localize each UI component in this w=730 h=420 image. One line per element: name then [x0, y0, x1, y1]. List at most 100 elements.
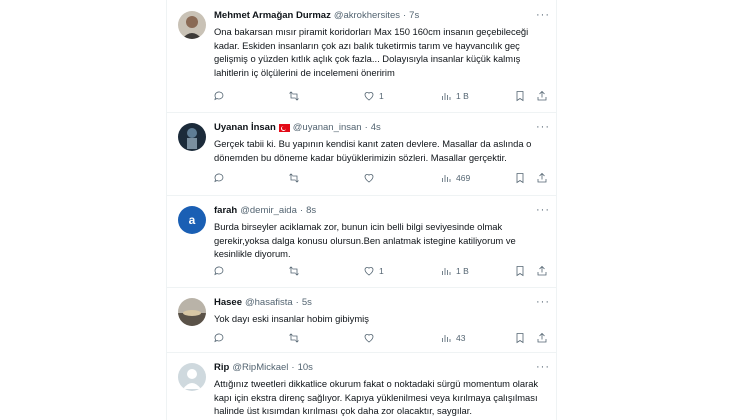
default-avatar-icon: [183, 369, 201, 389]
turkish-flag-icon: [278, 124, 290, 132]
bookmark-icon: [516, 173, 524, 184]
author-name[interactable]: Mehmet Armağan Durmaz: [214, 10, 331, 22]
tweet-text: Ona bakarsan mısır piramit koridorları M…: [214, 26, 529, 78]
more-options-icon[interactable]: ···: [536, 361, 550, 373]
bookmark-icon: [516, 266, 524, 277]
separator-dot: ·: [364, 122, 368, 133]
avatar[interactable]: [178, 123, 206, 151]
reply-button[interactable]: [213, 172, 225, 184]
reply-button[interactable]: [213, 265, 225, 277]
more-options-icon[interactable]: ···: [536, 9, 550, 21]
separator-dot: ·: [299, 205, 304, 216]
separator-dot: ·: [402, 10, 407, 21]
author-handle[interactable]: @hasafista: [245, 297, 293, 309]
view-count: 1 B: [456, 91, 469, 101]
like-button[interactable]: 1: [363, 265, 384, 277]
reply-icon: [214, 266, 224, 276]
more-options-icon[interactable]: ···: [536, 204, 550, 216]
views-icon: [442, 268, 451, 275]
view-count: 469: [456, 173, 471, 183]
photo-avatar-dark-icon: [178, 123, 206, 151]
tweet[interactable]: Rip @RipMickael · 10s ··· Attığınız twee…: [167, 352, 556, 420]
views-icon: [442, 175, 451, 182]
bookmark-icon: [516, 333, 524, 344]
retweet-icon: [289, 266, 299, 276]
tweet-text: Yok dayı eski insanlar hobim gibiymiş: [214, 313, 369, 324]
tweet[interactable]: Hasee @hasafista · 5s ··· Yok dayı eski …: [167, 287, 556, 353]
author-name[interactable]: Rip: [214, 362, 229, 374]
heart-icon: [364, 92, 374, 101]
tweet-text: Attığınız tweetleri dikkatlice okurum fa…: [214, 378, 539, 416]
author-handle[interactable]: @RipMickael: [232, 362, 288, 374]
bookmark-button[interactable]: [514, 90, 526, 102]
share-icon: [537, 90, 547, 101]
author-handle[interactable]: @akrokhersites: [334, 10, 400, 22]
like-count: 1: [379, 91, 384, 101]
bookmark-button[interactable]: [514, 172, 526, 184]
timestamp[interactable]: 5s: [302, 297, 312, 309]
retweet-button[interactable]: [288, 332, 300, 344]
like-button[interactable]: [363, 332, 379, 344]
tweet[interactable]: Mehmet Armağan Durmaz @akrokhersites · 7…: [167, 0, 556, 113]
author-handle[interactable]: @demir_aida: [240, 205, 297, 217]
like-button[interactable]: [363, 172, 379, 184]
timestamp[interactable]: 7s: [409, 10, 419, 22]
author-name[interactable]: Hasee: [214, 297, 242, 309]
views-button[interactable]: 469: [440, 172, 470, 184]
share-button[interactable]: [536, 265, 548, 277]
reply-icon: [214, 173, 224, 183]
reply-icon: [214, 91, 224, 101]
timeline: Mehmet Armağan Durmaz @akrokhersites · 7…: [166, 0, 557, 420]
reply-button[interactable]: [213, 90, 225, 102]
bookmark-button[interactable]: [514, 332, 526, 344]
tweet[interactable]: Uyanan İnsan @uyanan_insan · 4s ··· Gerç…: [167, 112, 556, 196]
separator-dot: ·: [291, 362, 295, 373]
like-button[interactable]: 1: [363, 90, 384, 102]
author-name[interactable]: farah: [214, 205, 237, 217]
share-button[interactable]: [536, 172, 548, 184]
tweet[interactable]: a farah @demir_aida · 8s ··· Burda birse…: [167, 195, 556, 288]
share-icon: [537, 172, 547, 183]
bookmark-icon: [516, 91, 524, 102]
retweet-button[interactable]: [288, 265, 300, 277]
separator-dot: ·: [295, 297, 299, 308]
views-button[interactable]: 43: [440, 332, 465, 344]
views-icon: [442, 93, 451, 100]
timestamp[interactable]: 8s: [306, 205, 316, 217]
share-icon: [537, 332, 547, 343]
tweet-text: Gerçek tabii ki. Bu yapının kendisi kanı…: [214, 138, 532, 163]
photo-avatar-man-icon: [178, 11, 206, 39]
retweet-icon: [289, 91, 299, 101]
views-button[interactable]: 1 B: [440, 265, 469, 277]
share-button[interactable]: [536, 90, 548, 102]
share-icon: [537, 265, 547, 276]
retweet-icon: [289, 333, 299, 343]
timestamp[interactable]: 4s: [371, 122, 381, 134]
author-name[interactable]: Uyanan İnsan: [214, 122, 276, 134]
more-options-icon[interactable]: ···: [536, 296, 550, 308]
reply-button[interactable]: [213, 332, 225, 344]
share-button[interactable]: [536, 332, 548, 344]
author-handle[interactable]: @uyanan_insan: [293, 122, 362, 134]
avatar[interactable]: [178, 363, 206, 391]
retweet-button[interactable]: [288, 90, 300, 102]
views-button[interactable]: 1 B: [440, 90, 469, 102]
heart-icon: [364, 267, 374, 276]
avatar[interactable]: [178, 11, 206, 39]
like-count: 1: [379, 266, 384, 276]
retweet-button[interactable]: [288, 172, 300, 184]
avatar[interactable]: a: [178, 206, 206, 234]
heart-icon: [364, 334, 374, 343]
photo-avatar-landscape-icon: [178, 298, 206, 326]
tweet-text: Burda birseyler aciklamak zor, bunun ici…: [214, 221, 516, 259]
retweet-icon: [289, 173, 299, 183]
timestamp[interactable]: 10s: [298, 362, 313, 374]
more-options-icon[interactable]: ···: [536, 121, 550, 133]
bookmark-button[interactable]: [514, 265, 526, 277]
view-count: 1 B: [456, 266, 469, 276]
reply-icon: [214, 333, 224, 343]
views-icon: [442, 335, 451, 342]
avatar[interactable]: [178, 298, 206, 326]
heart-icon: [364, 174, 374, 183]
avatar-letter: a: [188, 213, 196, 227]
